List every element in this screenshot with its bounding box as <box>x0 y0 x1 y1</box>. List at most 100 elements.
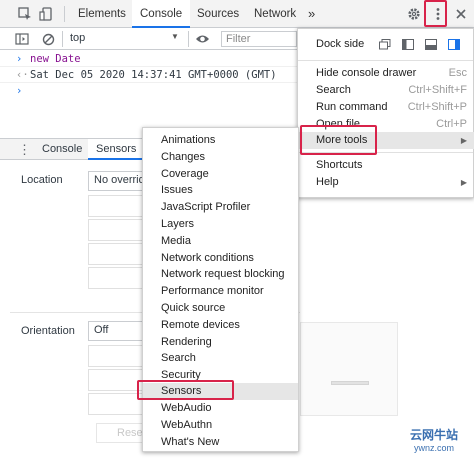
submenu-item-javascript-profiler[interactable]: JavaScript Profiler <box>143 199 298 216</box>
console-command: new Date <box>30 53 81 65</box>
menu-item-label: Help <box>316 176 339 188</box>
tab-elements[interactable]: Elements <box>70 0 134 28</box>
submenu-item-sensors[interactable]: Sensors <box>143 383 298 400</box>
settings-gear-icon[interactable] <box>406 6 422 22</box>
close-devtools-icon[interactable] <box>453 6 469 22</box>
dock-side-label: Dock side <box>316 38 365 50</box>
latitude-input[interactable] <box>88 195 144 217</box>
submenu-item-coverage[interactable]: Coverage <box>143 166 298 183</box>
menu-item-label: Search <box>316 84 351 96</box>
tab-console[interactable]: Console <box>132 0 191 28</box>
device-toolbar-icon[interactable] <box>38 6 54 22</box>
menu-item-shortcut: Ctrl+P <box>436 118 467 130</box>
filter-placeholder: Filter <box>226 33 251 45</box>
watermark: 云网牛站 ywnz.com <box>396 428 472 458</box>
submenu-item-network-conditions[interactable]: Network conditions <box>143 250 298 267</box>
menu-separator <box>298 60 473 61</box>
location-select[interactable]: No override <box>88 171 148 191</box>
chevron-down-icon: ▼ <box>171 32 179 41</box>
submenu-item-rendering[interactable]: Rendering <box>143 334 298 351</box>
dock-right-icon[interactable] <box>448 39 460 56</box>
menu-item-label: Hide console drawer <box>316 67 417 79</box>
menu-item-help[interactable]: Help ▶ <box>298 174 474 191</box>
submenu-item-issues[interactable]: Issues <box>143 182 298 199</box>
watermark-cn: 云网牛站 <box>409 428 458 442</box>
submenu-item-webauthn[interactable]: WebAuthn <box>143 417 298 434</box>
watermark-site: ywnz.com <box>413 443 454 453</box>
gamma-input[interactable] <box>88 393 144 415</box>
locale-input[interactable] <box>88 267 144 289</box>
dock-side-row: Dock side <box>298 36 474 53</box>
undock-icon[interactable] <box>379 39 391 56</box>
show-sidebar-icon[interactable] <box>14 31 30 47</box>
submenu-item-media[interactable]: Media <box>143 233 298 250</box>
beta-input[interactable] <box>88 369 144 391</box>
menu-item-more-tools[interactable]: More tools ▶ <box>298 132 474 149</box>
drawer-tab-sensors[interactable]: Sensors <box>88 139 145 160</box>
drawer-tab-sensors-label: Sensors <box>96 143 137 155</box>
drawer-menu-kebab-icon[interactable]: ⋮ <box>18 142 31 158</box>
customize-control-menu: Dock side Hide console drawer Esc Search… <box>297 28 474 198</box>
console-prompt-line[interactable]: › <box>0 83 300 99</box>
menu-item-search[interactable]: Search Ctrl+Shift+F <box>298 82 474 99</box>
menu-item-hide-console-drawer[interactable]: Hide console drawer Esc <box>298 65 474 82</box>
inspect-element-icon[interactable] <box>17 6 33 22</box>
submenu-item-changes[interactable]: Changes <box>143 149 298 166</box>
dock-left-icon[interactable] <box>402 39 414 56</box>
submenu-item-layers[interactable]: Layers <box>143 216 298 233</box>
orientation-label: Orientation <box>21 325 75 337</box>
submenu-item-network-request-blocking[interactable]: Network request blocking <box>143 266 298 283</box>
dock-bottom-icon[interactable] <box>425 39 437 56</box>
drawer-tab-console[interactable]: Console <box>34 139 90 160</box>
menu-item-open-file[interactable]: Open file Ctrl+P <box>298 116 474 133</box>
context-selector[interactable]: top ▼ <box>66 31 184 47</box>
menu-item-label: Shortcuts <box>316 159 363 171</box>
menu-separator <box>298 152 473 153</box>
console-input-line: › new Date <box>0 51 300 67</box>
submenu-item-search[interactable]: Search <box>143 350 298 367</box>
console-result: Sat Dec 05 2020 14:37:41 GMT+0000 (GMT) <box>30 69 277 81</box>
menu-item-shortcut: Esc <box>448 67 467 79</box>
menu-item-run-command[interactable]: Run command Ctrl+Shift+P <box>298 99 474 116</box>
filterbar-separator <box>62 31 63 47</box>
orientation-select[interactable]: Off <box>88 321 148 341</box>
customize-menu-kebab-icon[interactable] <box>430 6 446 22</box>
submenu-item-performance-monitor[interactable]: Performance monitor <box>143 283 298 300</box>
more-tools-submenu: Animations Changes Coverage Issues JavaS… <box>142 127 299 452</box>
longitude-input[interactable] <box>88 219 144 241</box>
chevron-right-icon: › <box>16 53 23 65</box>
reset-button[interactable]: Reset <box>96 423 148 443</box>
menu-item-shortcut: Ctrl+Shift+F <box>408 84 467 96</box>
submenu-arrow-icon: ▶ <box>460 178 467 187</box>
console-result-line: ‹· Sat Dec 05 2020 14:37:41 GMT+0000 (GM… <box>0 67 300 83</box>
orientation-preview[interactable] <box>300 322 398 416</box>
timezone-input[interactable] <box>88 243 144 265</box>
menu-item-shortcuts[interactable]: Shortcuts <box>298 157 474 174</box>
prompt-chevron-icon: › <box>16 85 23 97</box>
chevron-left-icon: ‹· <box>16 69 29 81</box>
tab-sources[interactable]: Sources <box>189 0 247 28</box>
filterbar-separator <box>188 31 189 47</box>
toolbar-separator <box>64 6 65 22</box>
live-expression-eye-icon[interactable] <box>194 31 210 47</box>
clear-console-icon[interactable] <box>40 31 56 47</box>
tab-network[interactable]: Network <box>246 0 304 28</box>
submenu-item-security[interactable]: Security <box>143 367 298 384</box>
submenu-item-animations[interactable]: Animations <box>143 132 298 149</box>
more-tabs-button[interactable]: » <box>300 0 323 28</box>
console-output: › new Date ‹· Sat Dec 05 2020 14:37:41 G… <box>0 50 300 138</box>
alpha-input[interactable] <box>88 345 144 367</box>
menu-item-label: Run command <box>316 101 388 113</box>
submenu-item-quick-source[interactable]: Quick source <box>143 300 298 317</box>
filter-input[interactable]: Filter <box>221 31 297 47</box>
submenu-item-webaudio[interactable]: WebAudio <box>143 400 298 417</box>
submenu-arrow-icon: ▶ <box>460 136 467 145</box>
console-filter-bar: top ▼ Filter <box>0 28 300 50</box>
device-model <box>331 381 369 385</box>
context-selector-value: top <box>70 32 86 44</box>
menu-item-label: Open file <box>316 118 361 130</box>
submenu-item-whats-new[interactable]: What's New <box>143 434 298 451</box>
submenu-item-remote-devices[interactable]: Remote devices <box>143 317 298 334</box>
devtools-toolbar: Elements Console Sources Network » <box>0 0 474 28</box>
location-label: Location <box>21 174 63 186</box>
